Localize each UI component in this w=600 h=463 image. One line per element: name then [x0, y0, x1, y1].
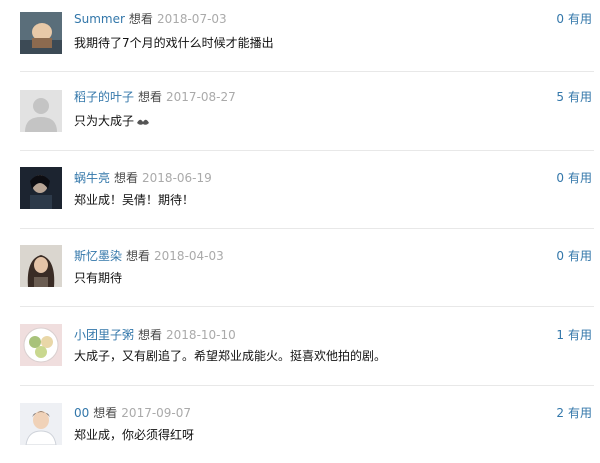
user-avatar[interactable] — [20, 12, 62, 54]
default-user-avatar-icon — [20, 90, 62, 132]
comment-item: 小团里子粥 想看 2018-10-10 大成子，又有剧追了。希望郑业成能火。挺喜欢他… — [0, 313, 600, 391]
vote-area: 5 有用 — [556, 89, 592, 105]
comment-meta: 蜗牛亮 想看 2018-06-19 — [74, 170, 212, 186]
vote-area: 2 有用 — [556, 405, 592, 421]
comment-meta: Summer 想看 2018-07-03 — [74, 11, 227, 27]
vote-area: 0 有用 — [556, 248, 592, 264]
comment-text-content: 只为大成子 — [74, 114, 135, 128]
comment-meta: 稻子的叶子 想看 2017-08-27 — [74, 89, 236, 105]
comment-item: 稻子的叶子 想看 2017-08-27 只为大成子 5 有用 — [0, 78, 600, 156]
vote-count: 1 — [556, 328, 564, 342]
comment-meta: 00 想看 2017-09-07 — [74, 405, 191, 421]
user-avatar[interactable] — [20, 167, 62, 209]
comment-date: 2018-10-10 — [166, 328, 236, 342]
username-link[interactable]: 蜗牛亮 — [74, 171, 110, 185]
comment-text: 郑业成，你必须得红呀 — [74, 428, 195, 442]
anime-girl-avatar-icon — [20, 12, 62, 54]
user-avatar[interactable] — [20, 403, 62, 445]
comment-text: 只为大成子 — [74, 113, 150, 129]
divider — [20, 385, 594, 386]
comment-list: Summer 想看 2018-07-03 我期待了7个月的戏什么时候才能播出 0 有用… — [0, 0, 600, 463]
comment-meta: 小团里子粥 想看 2018-10-10 — [74, 327, 236, 343]
useful-button[interactable]: 有用 — [568, 12, 592, 26]
divider — [20, 228, 594, 229]
watch-status: 想看 — [128, 12, 153, 26]
user-avatar[interactable] — [20, 90, 62, 132]
vote-count: 0 — [556, 12, 564, 26]
comment-date: 2018-04-03 — [154, 249, 224, 263]
dark-portrait-avatar-icon — [20, 167, 62, 209]
username-link[interactable]: Summer — [74, 12, 125, 26]
useful-button[interactable]: 有用 — [568, 171, 592, 185]
vote-count: 0 — [556, 249, 564, 263]
username-link[interactable]: 小团里子粥 — [74, 328, 134, 342]
comment-item: Summer 想看 2018-07-03 我期待了7个月的戏什么时候才能播出 0 有用 — [0, 0, 600, 78]
watch-status: 想看 — [126, 249, 151, 263]
vote-count: 2 — [556, 406, 564, 420]
vote-count: 5 — [556, 90, 564, 104]
watch-status: 想看 — [138, 328, 163, 342]
comment-text: 大成子，又有剧追了。希望郑业成能火。挺喜欢他拍的剧。 — [74, 349, 387, 363]
user-avatar[interactable] — [20, 245, 62, 287]
watch-status: 想看 — [114, 171, 139, 185]
comment-item: 斯忆墨染 想看 2018-04-03 只有期待 0 有用 — [0, 235, 600, 313]
divider — [20, 71, 594, 72]
comment-date: 2018-06-19 — [142, 171, 212, 185]
useful-button[interactable]: 有用 — [568, 249, 592, 263]
username-link[interactable]: 00 — [74, 406, 89, 420]
comment-item: 蜗牛亮 想看 2018-06-19 郑业成！吴倩！期待！ 0 有用 — [0, 157, 600, 235]
useful-button[interactable]: 有用 — [568, 406, 592, 420]
divider — [20, 306, 594, 307]
emoji-icon — [137, 119, 150, 125]
watch-status: 想看 — [138, 90, 163, 104]
useful-button[interactable]: 有用 — [568, 90, 592, 104]
comment-date: 2018-07-03 — [156, 12, 227, 26]
comment-text: 郑业成！吴倩！期待！ — [74, 193, 195, 207]
vote-area: 1 有用 — [556, 327, 592, 343]
vote-area: 0 有用 — [556, 11, 592, 27]
comment-date: 2017-09-07 — [121, 406, 192, 420]
comment-text: 我期待了7个月的戏什么时候才能播出 — [74, 36, 274, 50]
divider — [20, 150, 594, 151]
username-link[interactable]: 稻子的叶子 — [74, 90, 134, 104]
comment-date: 2017-08-27 — [166, 90, 236, 104]
vote-area: 0 有用 — [556, 170, 592, 186]
comment-text: 只有期待 — [74, 271, 123, 285]
useful-button[interactable]: 有用 — [568, 328, 592, 342]
watch-status: 想看 — [93, 406, 118, 420]
user-avatar[interactable] — [20, 324, 62, 366]
comment-item: 00 想看 2017-09-07 郑业成，你必须得红呀 2 有用 — [0, 392, 600, 463]
young-man-avatar-icon — [20, 403, 62, 445]
long-hair-woman-avatar-icon — [20, 245, 62, 287]
food-plate-avatar-icon — [20, 324, 62, 366]
vote-count: 0 — [556, 171, 564, 185]
comment-meta: 斯忆墨染 想看 2018-04-03 — [74, 248, 224, 264]
username-link[interactable]: 斯忆墨染 — [74, 249, 122, 263]
